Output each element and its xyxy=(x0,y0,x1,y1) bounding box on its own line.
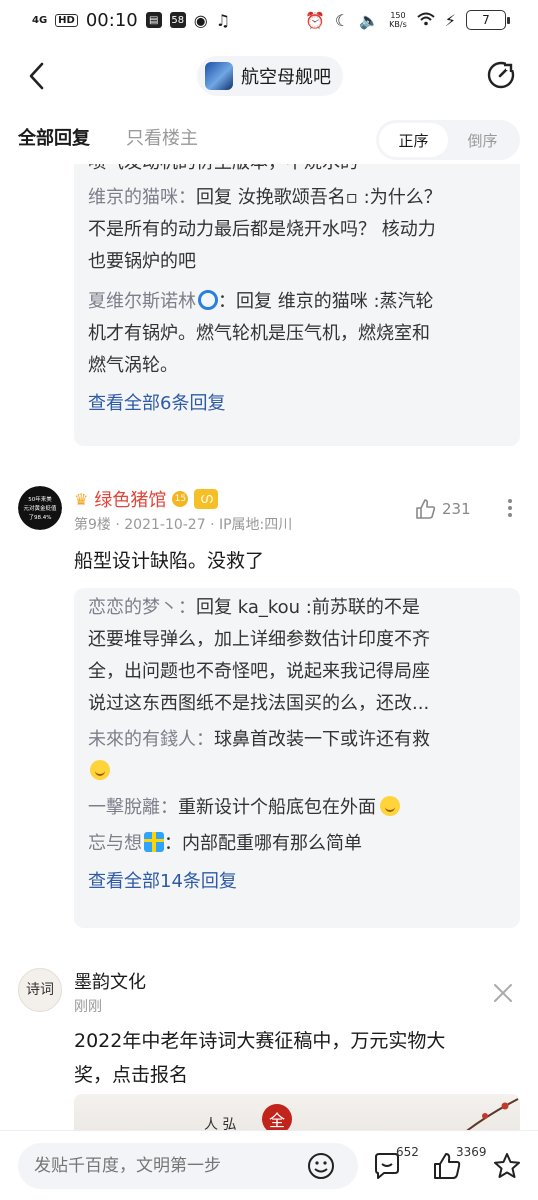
sort-descending[interactable]: 倒序 xyxy=(448,123,517,157)
forum-avatar xyxy=(205,62,233,90)
notification-icon: ▤ xyxy=(145,12,162,28)
view-all-replies-link[interactable]: 查看全部14条回复 xyxy=(88,866,506,898)
edit-icon xyxy=(487,61,515,89)
status-bar: 4G HD 00:10 ▤ 58 ◉ ♫ ⏰ ☾ 🔈 150 KB/s ⚡ 7 xyxy=(0,0,538,40)
sub-reply-user[interactable]: 恋恋的梦丶： xyxy=(88,597,196,618)
sub-reply-user[interactable]: 一擊脫離： xyxy=(88,797,178,818)
star-icon[interactable] xyxy=(492,1151,522,1181)
sub-reply[interactable]: 维京的猫咪：回复 汝挽歌颂吾名▫ :为什么？ 不是所有的动力最后都是烧开水吗？ … xyxy=(88,182,506,278)
sub-reply[interactable]: 恋恋的梦丶：回复 ka_kou :前苏联的不是 还要堆导弹么，加上详细参数估计印… xyxy=(88,592,506,720)
plum-blossom-icon xyxy=(466,1098,519,1130)
alarm-icon: ⏰ xyxy=(304,10,325,30)
svg-text:了98.4%: 了98.4% xyxy=(29,514,52,521)
view-all-replies-link[interactable]: 查看全部6条回复 xyxy=(88,388,506,420)
like-button[interactable]: 231 xyxy=(414,498,471,520)
status-time: 00:10 xyxy=(85,9,138,31)
bottom-bar: 652 3369 xyxy=(0,1130,538,1200)
sub-reply-user[interactable]: 忘与想 xyxy=(88,833,142,854)
speaker-icon: 🔈 xyxy=(359,10,380,30)
forum-link[interactable]: 航空母舰吧 xyxy=(197,56,343,96)
post-text: 船型设计缺陷。没救了 xyxy=(74,550,265,572)
tab-all-replies[interactable]: 全部回复 xyxy=(18,124,90,150)
nav-bar: 航空母舰吧 xyxy=(0,48,538,104)
author-row: ♛ 绿色猪馆 15 ഗ xyxy=(74,486,219,512)
back-button[interactable] xyxy=(22,60,54,92)
sub-reply-user[interactable]: 夏维尔斯诺林 xyxy=(88,291,196,312)
like-count: 231 xyxy=(442,500,471,518)
tab-op-only[interactable]: 只看楼主 xyxy=(126,124,198,150)
ad-banner-text: 人 弘 xyxy=(204,1117,237,1130)
wifi-icon xyxy=(417,11,435,30)
comment-count: 652 xyxy=(396,1145,419,1159)
ad-banner-seal: 全 xyxy=(262,1104,292,1130)
author-row: 墨韵文化 xyxy=(74,968,146,994)
signal-indicator: 4G xyxy=(32,14,48,26)
sub-reply-box: 恋恋的梦丶：回复 ka_kou :前苏联的不是 还要堆导弹么，加上详细参数估计印… xyxy=(74,588,520,928)
svg-text:元对黄金贬值: 元对黄金贬值 xyxy=(23,504,57,512)
battery-indicator: 7 xyxy=(466,10,510,30)
sub-reply-partial: 喷气发动机的衍生版本，不烧水的 xyxy=(88,164,506,176)
author-name[interactable]: 绿色猪馆 xyxy=(94,486,166,512)
sort-ascending[interactable]: 正序 xyxy=(379,123,448,157)
level-badge: 15 xyxy=(172,491,189,507)
notification-count: 58 xyxy=(169,12,186,28)
thumbs-up-icon xyxy=(416,499,436,519)
avatar[interactable]: 50年来美 元对黄金贬值 了98.4% xyxy=(18,486,62,530)
emoji-icon[interactable] xyxy=(306,1151,336,1181)
post-meta: 第9楼 · 2021-10-27 · IP属地:四川 xyxy=(74,517,293,533)
sub-reply-user[interactable]: 未來的有錢人： xyxy=(88,729,214,750)
post-meta: 刚刚 xyxy=(74,999,102,1015)
sub-reply-box: 喷气发动机的衍生版本，不烧水的 维京的猫咪：回复 汝挽歌颂吾名▫ :为什么？ 不… xyxy=(74,164,520,446)
vip-badge-icon xyxy=(198,290,218,310)
crown-icon: ♛ xyxy=(74,489,89,509)
sub-reply[interactable]: 忘与想 ：内部配重哪有那么简单 xyxy=(88,828,506,860)
avatar[interactable]: 诗词 xyxy=(18,968,62,1012)
charging-icon: ⚡ xyxy=(444,10,456,30)
close-icon[interactable] xyxy=(492,982,514,1004)
reply-tabs: 全部回复 只看楼主 正序 倒序 xyxy=(0,116,538,164)
net-speed: 150 KB/s xyxy=(389,11,407,29)
share-button[interactable] xyxy=(486,60,516,90)
more-options-icon[interactable] xyxy=(500,498,520,518)
smile-emoji-icon xyxy=(90,760,110,780)
gift-icon xyxy=(144,832,164,852)
member-badge-icon: ഗ xyxy=(194,489,219,509)
ad-banner-image[interactable]: 人 弘 全 xyxy=(74,1094,520,1130)
chevron-left-icon xyxy=(29,62,44,90)
sub-reply[interactable]: 未來的有錢人：球鼻首改装一下或许还有救 xyxy=(88,724,506,788)
hd-indicator: HD xyxy=(55,13,78,27)
sub-reply-user[interactable]: 维京的猫咪： xyxy=(88,187,196,208)
like-count: 3369 xyxy=(456,1145,487,1159)
ad-text[interactable]: 2022年中老年诗词大赛征稿中，万元实物大 奖，点击报名 xyxy=(74,1024,445,1092)
smile-emoji-icon xyxy=(380,796,400,816)
music-icon: ♫ xyxy=(215,10,231,30)
sort-order-toggle: 正序 倒序 xyxy=(376,120,520,160)
author-name[interactable]: 墨韵文化 xyxy=(74,968,146,994)
avatar-text: 诗词 xyxy=(26,982,54,998)
compass-icon: ◉ xyxy=(193,10,208,30)
moon-icon: ☾ xyxy=(334,10,350,30)
sub-reply[interactable]: 一擊脫離：重新设计个船底包在外面 xyxy=(88,792,506,824)
svg-text:50年来美: 50年来美 xyxy=(28,495,52,503)
forum-name: 航空母舰吧 xyxy=(241,67,331,88)
thread-content: 喷气发动机的衍生版本，不烧水的 维京的猫咪：回复 汝挽歌颂吾名▫ :为什么？ 不… xyxy=(0,164,538,1130)
sub-reply[interactable]: 夏维尔斯诺林 ：回复 维京的猫咪 :蒸汽轮 机才有锅炉。燃气轮机是压气机，燃烧室和… xyxy=(88,286,506,382)
